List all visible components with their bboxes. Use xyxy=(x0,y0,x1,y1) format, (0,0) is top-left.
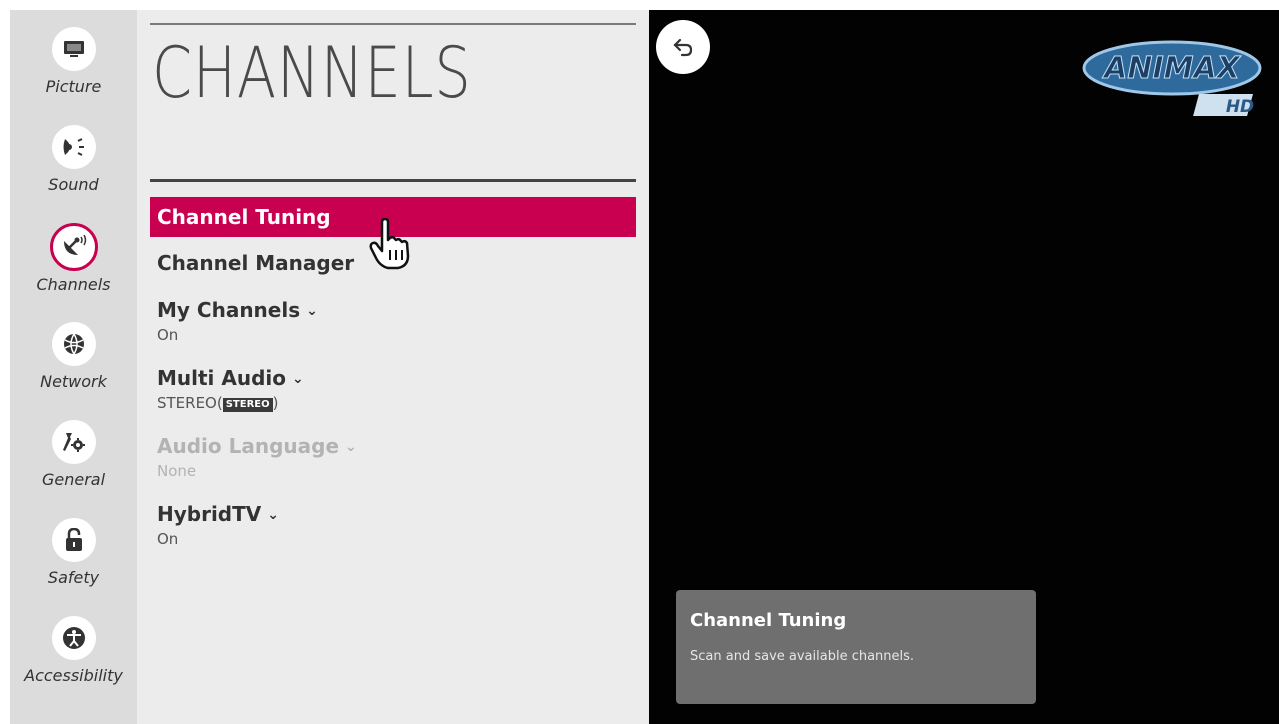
rail-label-accessibility: Accessibility xyxy=(24,666,123,685)
rail-label-channels: Channels xyxy=(36,275,111,294)
channel-logo: ANIMAX HD xyxy=(1080,38,1270,126)
rail-item-general[interactable]: General xyxy=(10,420,137,510)
menu-item-audio-language: Audio Language ⌄ None xyxy=(150,433,636,480)
page-title: CHANNELS xyxy=(152,32,472,114)
logo-sub-text: HD xyxy=(1226,97,1254,117)
menu-item-value: None xyxy=(157,462,197,480)
hand-pointer-icon xyxy=(368,217,412,274)
stereo-badge: STEREO xyxy=(222,398,273,412)
back-button[interactable] xyxy=(656,20,710,74)
lock-icon xyxy=(51,518,96,562)
menu-item-my-channels[interactable]: My Channels ⌄ On xyxy=(150,297,636,344)
channels-icon xyxy=(49,223,98,271)
menu-item-value: STEREO( xyxy=(157,394,223,412)
logo-text: ANIMAX xyxy=(1102,51,1242,86)
menu-item-value-suffix: ) xyxy=(272,394,279,412)
rail-item-sound[interactable]: Sound xyxy=(10,125,137,215)
back-arrow-icon xyxy=(673,38,693,57)
title-divider xyxy=(150,179,636,182)
settings-category-rail: Picture Sound Channels Network General S… xyxy=(10,10,137,724)
rail-item-channels[interactable]: Channels xyxy=(10,223,137,313)
rail-label-general: General xyxy=(41,470,106,489)
rail-item-picture[interactable]: Picture xyxy=(10,27,137,117)
sound-icon xyxy=(51,125,96,169)
menu-item-value: On xyxy=(157,326,179,344)
general-icon xyxy=(51,420,96,464)
menu-item-multi-audio[interactable]: Multi Audio ⌄ STEREO(STEREO) xyxy=(150,365,636,413)
menu-item-label: HybridTV xyxy=(157,502,262,526)
channels-menu-panel: CHANNELS Channel Tuning Channel Manager … xyxy=(137,10,649,724)
menu-item-hybridtv[interactable]: HybridTV ⌄ On xyxy=(150,501,636,548)
menu-item-label: Channel Tuning xyxy=(157,205,331,229)
menu-item-label: My Channels xyxy=(157,298,301,322)
chevron-down-icon: ⌄ xyxy=(345,439,357,455)
picture-icon xyxy=(51,27,96,71)
menu-item-label: Audio Language xyxy=(157,434,340,458)
rail-label-safety: Safety xyxy=(47,568,100,587)
accessibility-icon xyxy=(51,616,96,660)
rail-item-network[interactable]: Network xyxy=(10,322,137,412)
rail-label-network: Network xyxy=(40,372,107,391)
chevron-down-icon: ⌄ xyxy=(267,507,279,523)
chevron-down-icon: ⌄ xyxy=(292,371,304,387)
tooltip-title: Channel Tuning xyxy=(690,610,847,631)
help-tooltip: Channel Tuning Scan and save available c… xyxy=(676,590,1036,704)
rail-label-sound: Sound xyxy=(48,175,99,194)
chevron-down-icon: ⌄ xyxy=(306,303,318,319)
tooltip-description: Scan and save available channels. xyxy=(690,649,915,664)
rail-item-accessibility[interactable]: Accessibility xyxy=(10,616,137,706)
menu-item-label: Multi Audio xyxy=(157,366,287,390)
network-icon xyxy=(51,322,96,366)
top-divider xyxy=(150,23,636,25)
rail-label-picture: Picture xyxy=(45,77,102,96)
menu-item-value: On xyxy=(157,530,179,548)
rail-item-safety[interactable]: Safety xyxy=(10,518,137,608)
